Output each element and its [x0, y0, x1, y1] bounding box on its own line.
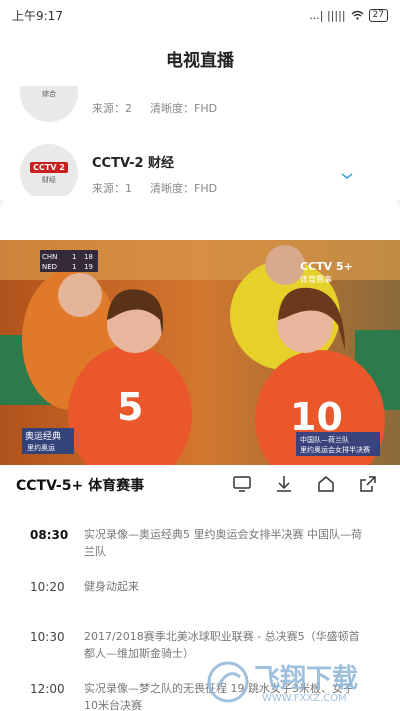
status-icons: ...| ||||| 27 [309, 8, 388, 22]
score-bug: CHN 1 18 NED 1 19 [40, 250, 98, 272]
watermark-url: WWW.FXXZ.COM [262, 693, 347, 704]
channel-source: 来源：1 [92, 182, 132, 195]
channel-logo: 综合 [20, 86, 78, 122]
now-playing-title: CCTV-5+ 体育赛事 [16, 478, 145, 494]
battery-icon: 27 [368, 8, 388, 22]
channel-source: 来源：2 [92, 102, 132, 115]
video-frame: 5 10 CHN 1 18 NED 1 19 CCTV 5+ 体育赛事 奥运经典… [0, 240, 400, 465]
wifi-icon [351, 10, 364, 20]
schedule-time: 10:20 [30, 580, 65, 594]
signal-icon: ...| ||||| [309, 8, 346, 22]
channel-logo-sub: 财经 [42, 175, 56, 184]
schedule-title: 健身动起来 [84, 580, 139, 593]
chevron-down-icon[interactable] [340, 171, 354, 181]
jersey-number-left: 5 [117, 385, 143, 429]
schedule-title: 2017/2018赛季北美冰球职业联赛 - 总决赛5（华盛顿首都人—维加斯金骑士… [84, 630, 360, 660]
channel-name: CCTV-2 财经 [92, 156, 175, 171]
page-title-bar: 电视直播 [0, 30, 400, 86]
player-sheet: 5 10 CHN 1 18 NED 1 19 CCTV 5+ 体育赛事 奥运经典… [0, 196, 400, 711]
channel-meta: 来源：2 清晰度：FHD [92, 100, 217, 116]
channel-meta: 来源：1 清晰度：FHD [92, 180, 217, 196]
watermark-brand: 飞翔下载 [254, 664, 358, 694]
caption-line1: 中国队—荷兰队 [300, 435, 349, 444]
score-points: 19 [84, 263, 93, 271]
page-title: 电视直播 [166, 50, 234, 71]
watermark-logo: 飞翔下载 WWW.FXXZ.COM [207, 661, 358, 704]
download-icon[interactable] [274, 474, 294, 494]
score-sets: 1 [72, 253, 76, 261]
channel-logo-sub: 综合 [42, 90, 56, 98]
schedule-time: 08:30 [30, 528, 69, 542]
home-icon[interactable] [316, 474, 336, 494]
share-icon[interactable] [358, 474, 378, 494]
channel-item[interactable]: 综合 来源：2 清晰度：FHD [0, 86, 400, 128]
channel-bug-sub: 体育赛事 [300, 274, 332, 284]
program-tag-1: 奥运经典 [25, 430, 61, 442]
tv-cast-icon[interactable] [232, 474, 252, 494]
program-tag-2: 里约奥运 [27, 443, 55, 452]
status-time: 上午9:17 [12, 8, 63, 23]
video-player[interactable]: 5 10 CHN 1 18 NED 1 19 CCTV 5+ 体育赛事 奥运经典… [0, 240, 400, 465]
channel-logo: CCTV 2 财经 [20, 144, 78, 200]
player-actions [232, 474, 378, 494]
channel-logo-badge: CCTV 2 [30, 161, 68, 173]
channel-bug: CCTV 5+ [300, 260, 353, 273]
schedule-title: 实况录像—奥运经典5 里约奥运会女排半决赛 中国队—荷兰队 [84, 528, 362, 558]
channel-quality: 清晰度：FHD [150, 102, 218, 115]
score-points: 18 [84, 253, 93, 261]
channel-item[interactable]: CCTV 2 财经 CCTV-2 财经 来源：1 清晰度：FHD [0, 144, 400, 200]
score-sets: 1 [72, 263, 76, 271]
channel-list: 综合 来源：2 清晰度：FHD CCTV 2 财经 CCTV-2 财经 来源：1 清… [0, 86, 400, 200]
caption-line2: 里约奥运会女排半决赛 [300, 445, 370, 454]
channel-quality: 清晰度：FHD [150, 182, 218, 195]
score-team: CHN [42, 253, 57, 261]
schedule-time: 10:30 [30, 630, 65, 644]
status-bar: 上午9:17 ...| ||||| 27 [0, 0, 400, 30]
schedule-time: 12:00 [30, 682, 65, 696]
score-team: NED [42, 263, 57, 271]
